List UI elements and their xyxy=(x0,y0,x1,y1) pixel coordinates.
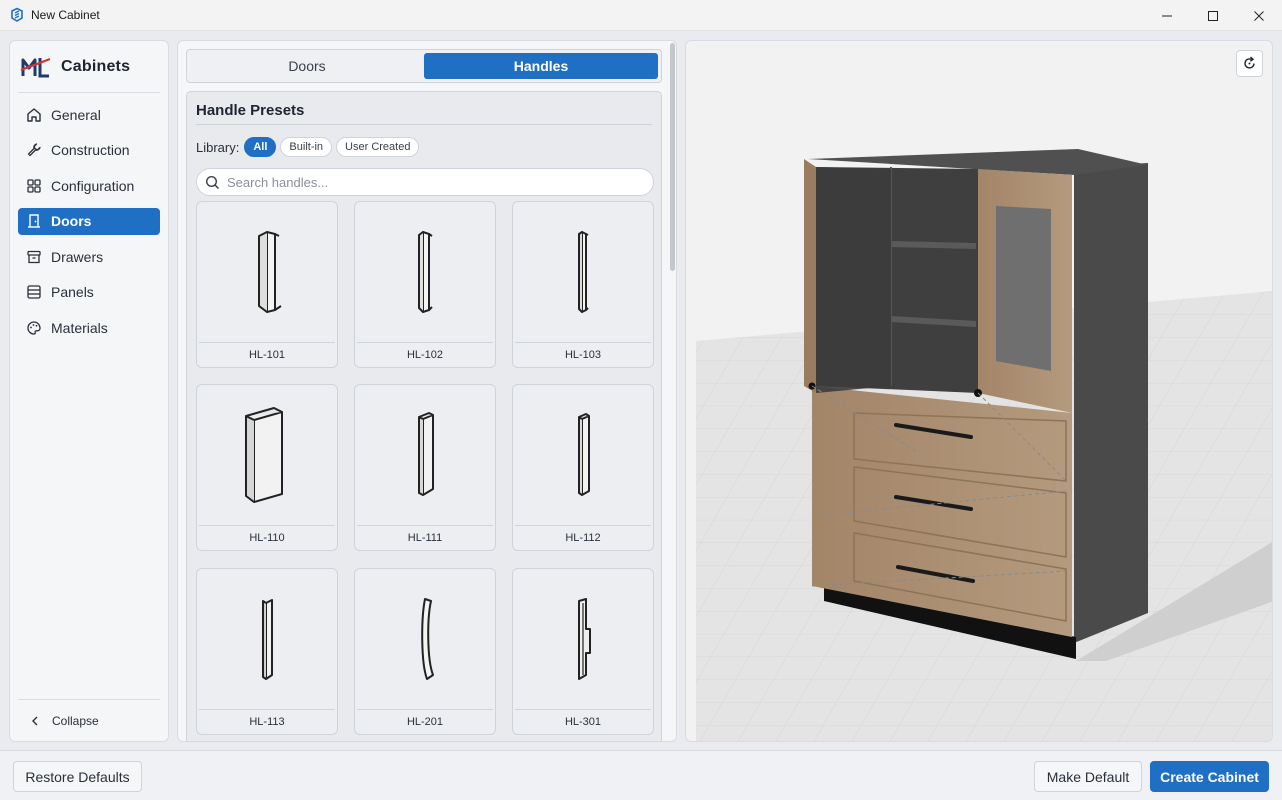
handle-card-hl-112[interactable]: HL-112 xyxy=(512,384,654,551)
scrollbar-thumb[interactable] xyxy=(670,43,675,271)
panels-icon xyxy=(26,284,42,300)
handle-thumbnail xyxy=(355,202,495,342)
home-icon xyxy=(26,107,42,123)
tab-bar: Doors Handles xyxy=(186,49,662,83)
sidebar-item-materials[interactable]: Materials xyxy=(18,314,160,341)
cabinet-preview xyxy=(696,149,1272,741)
handle-thumbnail xyxy=(197,569,337,709)
maximize-button[interactable] xyxy=(1190,0,1236,31)
handle-card-hl-101[interactable]: HL-101 xyxy=(196,201,338,368)
sidebar-item-label: Configuration xyxy=(51,177,135,194)
handle-thumbnail xyxy=(355,569,495,709)
window-title: New Cabinet xyxy=(31,8,100,22)
handle-name: HL-103 xyxy=(515,342,651,367)
sidebar-item-panels[interactable]: Panels xyxy=(18,279,160,306)
brand-name: Cabinets xyxy=(61,57,131,75)
handle-thumbnail xyxy=(355,385,495,525)
filter-user-created[interactable]: User Created xyxy=(336,137,420,157)
archive-icon xyxy=(26,249,42,265)
tab-handles[interactable]: Handles xyxy=(424,53,658,79)
close-icon xyxy=(1254,10,1264,21)
door-icon xyxy=(26,213,42,229)
search-icon xyxy=(205,175,220,190)
handle-card-hl-201[interactable]: HL-201 xyxy=(354,568,496,735)
maximize-icon xyxy=(1208,10,1218,21)
handle-name: HL-301 xyxy=(515,709,651,734)
close-button[interactable] xyxy=(1236,0,1282,31)
filter-all[interactable]: All xyxy=(244,137,277,157)
make-default-button[interactable]: Make Default xyxy=(1034,761,1142,792)
brand-logo xyxy=(20,57,51,77)
search-input[interactable] xyxy=(227,174,627,190)
handle-name: HL-102 xyxy=(357,342,493,367)
sidebar-item-general[interactable]: General xyxy=(18,101,160,128)
handle-thumbnail xyxy=(513,202,653,342)
palette-icon xyxy=(26,320,42,336)
sidebar-item-label: Construction xyxy=(51,142,130,158)
section-title: Handle Presets xyxy=(196,102,305,119)
handle-name: HL-201 xyxy=(357,709,493,734)
wrench-icon xyxy=(26,142,42,158)
sidebar: Cabinets General Construction Configurat… xyxy=(9,40,169,742)
sidebar-item-label: Drawers xyxy=(51,248,104,265)
tab-doors[interactable]: Doors xyxy=(190,53,424,79)
app-icon xyxy=(11,7,23,22)
handle-name: HL-101 xyxy=(199,342,335,367)
sidebar-item-doors[interactable]: Doors xyxy=(18,207,160,235)
collapse-label: Collapse xyxy=(52,713,99,728)
sidebar-item-configuration[interactable]: Configuration xyxy=(18,172,160,199)
handle-card-hl-113[interactable]: HL-113 xyxy=(196,568,338,735)
handle-name: HL-112 xyxy=(515,525,651,550)
handle-card-hl-301[interactable]: HL-301 xyxy=(512,568,654,735)
handle-name: HL-111 xyxy=(357,525,493,550)
divider xyxy=(196,124,652,125)
handle-card-hl-102[interactable]: HL-102 xyxy=(354,201,496,368)
sidebar-nav: General Construction Configuration Doors… xyxy=(10,101,168,341)
handle-thumbnail xyxy=(513,569,653,709)
sidebar-item-drawers[interactable]: Drawers xyxy=(18,243,160,270)
rotate-icon xyxy=(1244,56,1255,69)
sidebar-item-label: Materials xyxy=(51,319,108,336)
handle-thumbnail xyxy=(197,202,337,342)
sidebar-item-construction[interactable]: Construction xyxy=(18,137,160,164)
minimize-button[interactable] xyxy=(1144,0,1190,31)
cabinet-3d-viewport[interactable] xyxy=(685,40,1273,742)
sidebar-item-label: Doors xyxy=(51,213,92,229)
library-label: Library: xyxy=(196,139,240,155)
grid-icon xyxy=(26,178,42,194)
scrollbar[interactable] xyxy=(668,41,676,741)
handle-name: HL-110 xyxy=(199,525,335,550)
search-box xyxy=(196,168,654,196)
reset-view-button[interactable] xyxy=(1236,50,1263,77)
handle-thumbnail xyxy=(197,385,337,525)
chevron-left-icon xyxy=(30,716,40,726)
window-controls xyxy=(1144,0,1282,31)
footer: Restore Defaults Make Default Create Cab… xyxy=(0,750,1282,800)
minimize-icon xyxy=(1162,15,1172,16)
filter-built-in[interactable]: Built-in xyxy=(280,137,333,157)
sidebar-item-label: Panels xyxy=(51,284,94,300)
handle-name: HL-113 xyxy=(199,709,335,734)
collapse-button[interactable]: Collapse xyxy=(18,699,160,741)
brand: Cabinets xyxy=(18,41,160,93)
handle-panel: Doors Handles Handle Presets Library: Al… xyxy=(177,40,677,742)
restore-defaults-button[interactable]: Restore Defaults xyxy=(13,761,142,792)
title-bar: New Cabinet xyxy=(0,0,1282,31)
handle-card-hl-110[interactable]: HL-110 xyxy=(196,384,338,551)
library-filter: Library: All Built-in User Created xyxy=(196,137,423,157)
handle-card-hl-111[interactable]: HL-111 xyxy=(354,384,496,551)
handle-thumbnail xyxy=(513,385,653,525)
handle-presets-section: Handle Presets Library: All Built-in Use… xyxy=(186,91,662,741)
handle-card-hl-103[interactable]: HL-103 xyxy=(512,201,654,368)
create-cabinet-button[interactable]: Create Cabinet xyxy=(1150,761,1269,792)
sidebar-item-label: General xyxy=(51,106,101,123)
